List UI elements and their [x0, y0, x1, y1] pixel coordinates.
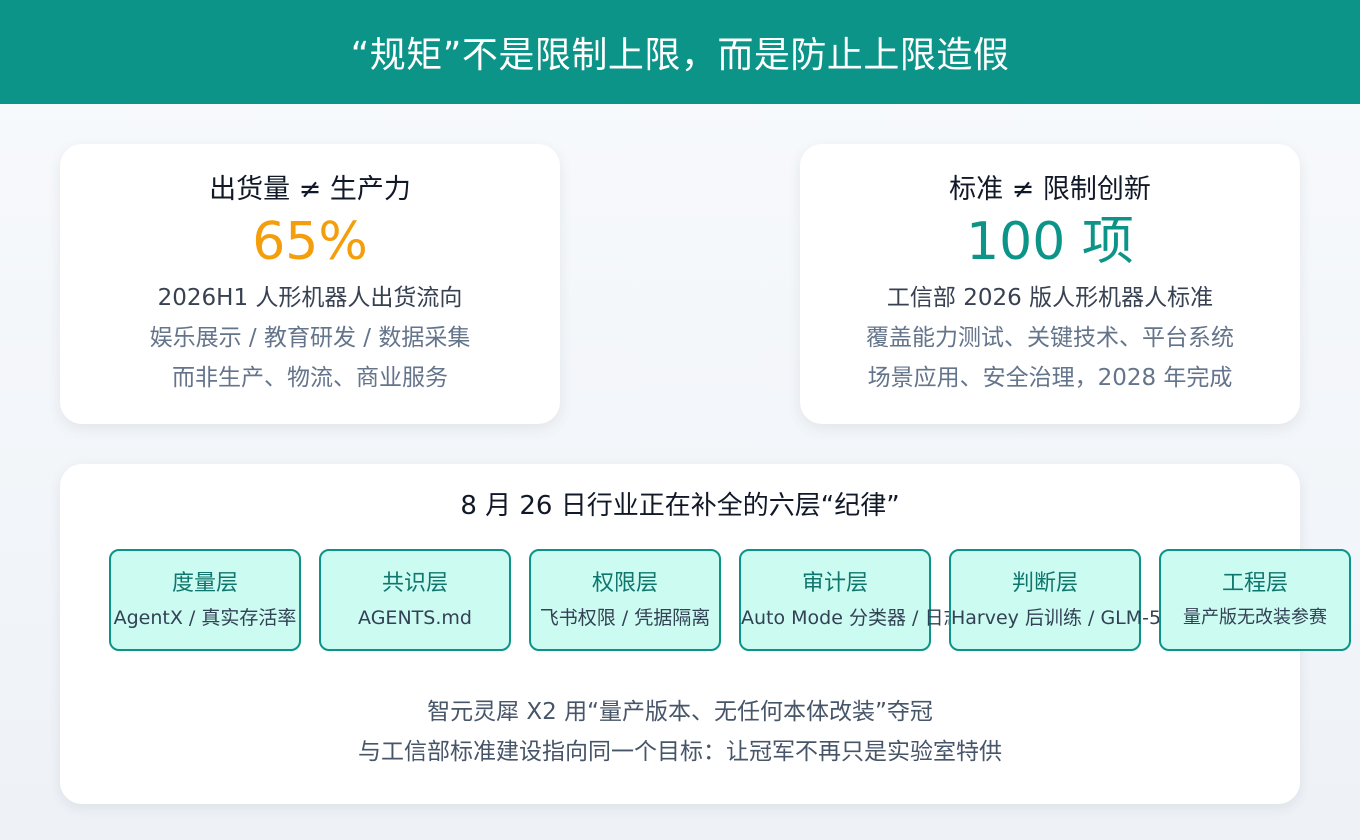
stat-card-line: 场景应用、安全治理，2028 年完成 [867, 365, 1233, 391]
layer-name: 权限层 [591, 571, 658, 596]
layer-desc: Auto Mode 分类器 / 日志 [741, 607, 963, 629]
layer-desc: Harvey 后训练 / GLM-5.3 [951, 607, 1180, 629]
stat-card-line: 工信部 2026 版人形机器人标准 [886, 285, 1214, 311]
layers-footer-line: 智元灵犀 X2 用“量产版本、无任何本体改装”夺冠 [427, 699, 933, 725]
layer-name: 度量层 [171, 571, 238, 596]
stat-card-heading: 出货量 ≠ 生产力 [209, 174, 411, 205]
stat-card-value: 100 项 [966, 212, 1134, 272]
stat-card-shipments: 出货量 ≠ 生产力 65% 2026H1 人形机器人出货流向 娱乐展示 / 教育… [60, 144, 560, 424]
layer-box-engineering: 工程层 量产版无改装参赛 [1159, 549, 1351, 651]
six-layers-card: 8 月 26 日行业正在补全的六层“纪律” 度量层 AgentX / 真实存活率… [60, 464, 1351, 804]
stat-card-value: 65% [252, 212, 368, 272]
layer-box-consensus: 共识层 AGENTS.md [319, 549, 511, 651]
layer-desc: 量产版无改装参赛 [1183, 607, 1327, 628]
layer-row: 度量层 AgentX / 真实存活率 共识层 AGENTS.md 权限层 飞书权… [109, 549, 1351, 651]
layers-footer-line: 与工信部标准建设指向同一个目标：让冠军不再只是实验室特供 [358, 739, 1002, 765]
layer-name: 判断层 [1011, 571, 1078, 596]
layer-box-metrics: 度量层 AgentX / 真实存活率 [109, 549, 301, 651]
layers-title: 8 月 26 日行业正在补全的六层“纪律” [460, 491, 900, 521]
layer-box-permissions: 权限层 飞书权限 / 凭据隔离 [529, 549, 721, 651]
layer-desc: 飞书权限 / 凭据隔离 [539, 607, 711, 629]
layer-desc: AGENTS.md [358, 607, 472, 629]
stat-card-line: 2026H1 人形机器人出货流向 [157, 285, 463, 311]
layer-name: 工程层 [1221, 571, 1288, 596]
page-title: “规矩”不是限制上限，而是防止上限造假 [350, 35, 1010, 76]
layer-name: 共识层 [381, 571, 448, 596]
stat-card-heading: 标准 ≠ 限制创新 [949, 174, 1151, 205]
layer-name: 审计层 [801, 571, 868, 596]
header-banner: “规矩”不是限制上限，而是防止上限造假 [0, 0, 1360, 104]
layer-box-audit: 审计层 Auto Mode 分类器 / 日志 [739, 549, 963, 651]
layer-box-judgment: 判断层 Harvey 后训练 / GLM-5.3 [949, 549, 1180, 651]
stat-card-standards: 标准 ≠ 限制创新 100 项 工信部 2026 版人形机器人标准 覆盖能力测试… [800, 144, 1300, 424]
stat-card-line: 覆盖能力测试、关键技术、平台系统 [866, 325, 1234, 351]
layer-desc: AgentX / 真实存活率 [113, 607, 297, 629]
stat-card-line: 娱乐展示 / 教育研发 / 数据采集 [149, 325, 471, 351]
stat-card-line: 而非生产、物流、商业服务 [172, 365, 448, 391]
